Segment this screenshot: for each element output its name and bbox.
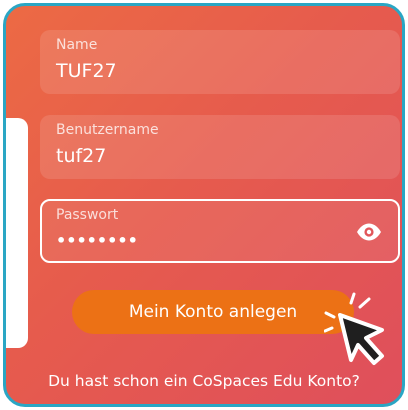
password-field[interactable]: Passwort ••••••••: [40, 199, 400, 263]
name-value[interactable]: TUF27: [56, 60, 117, 82]
password-value[interactable]: ••••••••: [56, 231, 138, 250]
login-link[interactable]: Du hast schon ein CoSpaces Edu Konto?: [6, 372, 402, 390]
eye-icon[interactable]: [356, 223, 382, 241]
username-value[interactable]: tuf27: [56, 145, 106, 167]
cursor-icon: [324, 292, 384, 365]
username-field[interactable]: Benutzername tuf27: [40, 115, 400, 179]
username-label: Benutzername: [56, 122, 159, 138]
password-label: Passwort: [56, 207, 119, 223]
name-field[interactable]: Name TUF27: [40, 30, 400, 94]
side-panel-edge: [6, 118, 28, 348]
name-label: Name: [56, 37, 98, 53]
create-account-button[interactable]: Mein Konto anlegen: [72, 290, 354, 334]
signup-form-panel: Name TUF27 Benutzername tuf27 Passwort •…: [3, 3, 405, 407]
